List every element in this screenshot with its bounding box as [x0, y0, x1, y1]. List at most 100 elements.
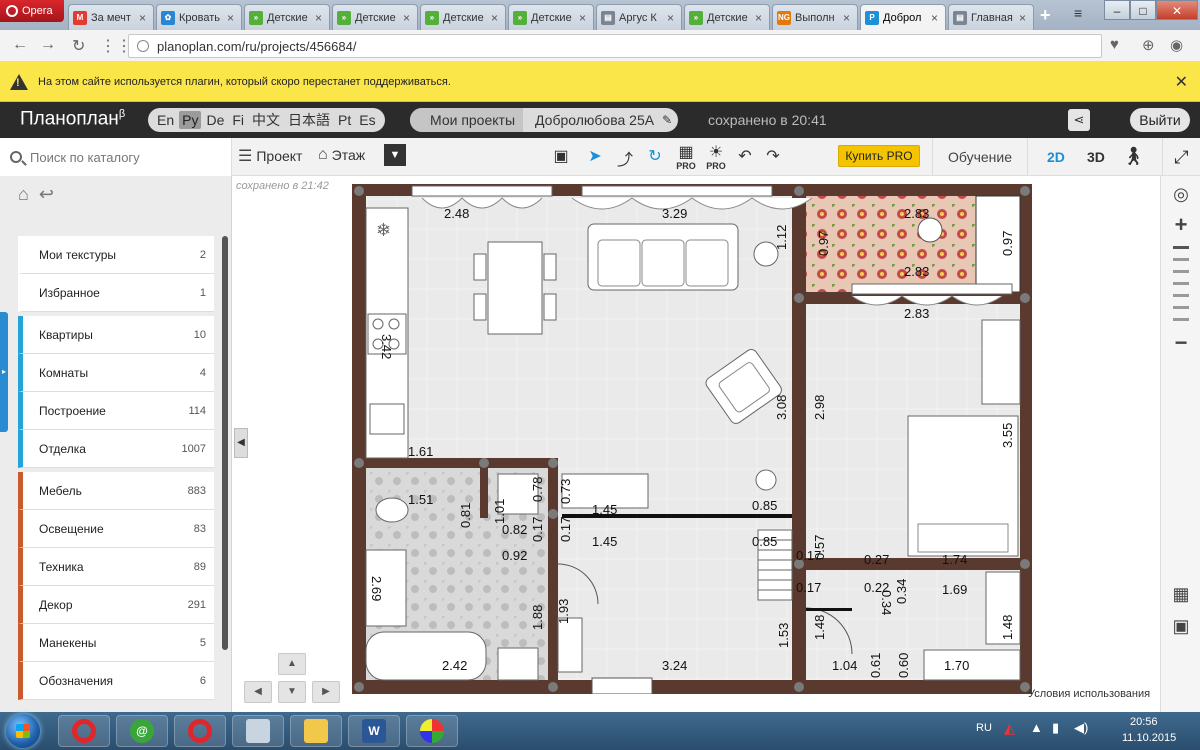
- catalog-item[interactable]: Комнаты 4: [18, 354, 214, 392]
- catalog-scrollbar[interactable]: [222, 236, 228, 650]
- close-tab-icon[interactable]: ×: [1019, 11, 1029, 25]
- camera-pro-icon[interactable]: ▦ PRO: [675, 142, 697, 171]
- network-icon[interactable]: ▮: [1052, 720, 1059, 736]
- tutorial-button[interactable]: Обучение: [932, 138, 1028, 176]
- close-tab-icon[interactable]: ×: [843, 11, 853, 25]
- word-taskbar-icon[interactable]: W: [348, 715, 400, 747]
- catalog-item[interactable]: Обозначения 6: [18, 662, 214, 700]
- close-tab-icon[interactable]: ×: [579, 11, 589, 25]
- breadcrumb-my-projects[interactable]: Мои проекты: [410, 108, 524, 132]
- zoom-in-icon[interactable]: +: [1161, 212, 1200, 238]
- pan-left-button[interactable]: ◀: [244, 681, 272, 703]
- browser-tab[interactable]: » Детские ×: [684, 4, 770, 30]
- terms-link[interactable]: Условия использования: [1028, 688, 1150, 700]
- tab-menu-icon[interactable]: ≡: [1074, 5, 1082, 21]
- walk-mode-icon[interactable]: 🚶︎: [1122, 146, 1145, 167]
- catalog-item[interactable]: Отделка 1007: [18, 430, 214, 468]
- share-icon[interactable]: ⋖: [1068, 109, 1090, 131]
- account-icon[interactable]: ◉: [1170, 36, 1183, 54]
- language-option[interactable]: En: [154, 111, 177, 129]
- mail-taskbar-icon[interactable]: @: [116, 715, 168, 747]
- browser-tab[interactable]: » Детские ×: [244, 4, 330, 30]
- opera-window-taskbar-icon[interactable]: [174, 715, 226, 747]
- pan-up-button[interactable]: ▲: [278, 653, 306, 675]
- start-button[interactable]: [6, 714, 40, 748]
- language-option[interactable]: 日本語: [285, 109, 333, 131]
- language-option[interactable]: Es: [356, 111, 378, 129]
- close-icon[interactable]: ✕: [1175, 72, 1188, 92]
- catalog-search[interactable]: Поиск по каталогу: [0, 138, 232, 176]
- locate-icon[interactable]: ◎: [1161, 184, 1200, 205]
- grid-icon[interactable]: ▦: [1161, 584, 1200, 605]
- close-tab-icon[interactable]: ×: [667, 11, 677, 25]
- volume-icon[interactable]: ◀): [1074, 720, 1088, 736]
- project-menu[interactable]: ☰ Проект: [238, 146, 302, 166]
- image-icon[interactable]: ▣: [1161, 616, 1200, 637]
- minimize-button[interactable]: –: [1104, 0, 1130, 20]
- catalog-item[interactable]: Построение 114: [18, 392, 214, 430]
- floor-plan-canvas[interactable]: сохранено в 21:42 ❄ 2.48 3.29 2.83 2.83 …: [232, 176, 1160, 712]
- zoom-out-icon[interactable]: −: [1161, 330, 1200, 356]
- view-3d-tab[interactable]: 3D: [1087, 149, 1105, 165]
- input-language[interactable]: RU: [976, 722, 992, 734]
- language-option[interactable]: Ру: [179, 111, 202, 129]
- maximize-button[interactable]: □: [1130, 0, 1156, 20]
- view-2d-tab[interactable]: 2D: [1047, 149, 1065, 165]
- back-icon[interactable]: ←: [12, 36, 28, 54]
- home-icon[interactable]: ⌂: [18, 184, 29, 205]
- calculator-taskbar-icon[interactable]: [232, 715, 284, 747]
- light-pro-icon[interactable]: ☀ PRO: [705, 142, 727, 171]
- catalog-item[interactable]: Манекены 5: [18, 624, 214, 662]
- measure-icon[interactable]: ↻: [644, 146, 666, 166]
- forward-icon[interactable]: →: [40, 36, 56, 54]
- floor-plan[interactable]: ❄ 2.48 3.29 2.83 2.83 2.83 0.97 0.97 1.1…: [352, 184, 1032, 694]
- zoom-level-tick[interactable]: [1173, 246, 1189, 249]
- browser-tab[interactable]: ✿ Кровать ×: [156, 4, 242, 30]
- close-tab-icon[interactable]: ×: [227, 11, 237, 25]
- catalog-item[interactable]: Техника 89: [18, 548, 214, 586]
- pan-down-button[interactable]: ▼: [278, 681, 306, 703]
- browser-tab[interactable]: ▤ Главная ×: [948, 4, 1034, 30]
- catalog-item[interactable]: Мебель 883: [18, 472, 214, 510]
- pan-right-button[interactable]: ▶: [312, 681, 340, 703]
- language-option[interactable]: 中文: [249, 109, 283, 131]
- catalog-item[interactable]: Квартиры 10: [18, 316, 214, 354]
- fullscreen-icon[interactable]: ⤢: [1162, 138, 1200, 176]
- draw-wall-icon[interactable]: ⤴: [614, 146, 636, 170]
- downloads-icon[interactable]: ⊕: [1142, 36, 1155, 54]
- close-tab-icon[interactable]: ×: [931, 11, 941, 25]
- close-tab-icon[interactable]: ×: [755, 11, 765, 25]
- catalog-item[interactable]: Декор 291: [18, 586, 214, 624]
- paint-taskbar-icon[interactable]: [406, 715, 458, 747]
- select-cursor-icon[interactable]: ➤: [584, 146, 606, 166]
- logout-button[interactable]: Выйти: [1130, 108, 1190, 132]
- language-option[interactable]: Fi: [229, 111, 247, 129]
- tray-arrow-icon[interactable]: ▲: [1030, 720, 1043, 735]
- url-field[interactable]: planoplan.com/ru/projects/456684/: [128, 34, 1102, 58]
- close-tab-icon[interactable]: ×: [491, 11, 501, 25]
- browser-tab[interactable]: » Детские ×: [508, 4, 594, 30]
- opera-taskbar-icon[interactable]: [58, 715, 110, 747]
- app-logo[interactable]: Планопланβ: [20, 108, 125, 130]
- close-tab-icon[interactable]: ×: [403, 11, 413, 25]
- edit-pencil-icon[interactable]: ✎: [662, 113, 672, 127]
- browser-tab[interactable]: P Доброл ×: [860, 4, 946, 30]
- close-window-button[interactable]: ✕: [1156, 0, 1198, 20]
- opera-menu-button[interactable]: Opera: [0, 0, 64, 22]
- back-icon[interactable]: ↩: [39, 184, 54, 205]
- floor-dropdown-icon[interactable]: ▼: [384, 144, 406, 166]
- language-option[interactable]: Pt: [335, 111, 354, 129]
- close-tab-icon[interactable]: ×: [139, 11, 149, 25]
- bookmark-heart-icon[interactable]: ♥: [1110, 36, 1119, 53]
- browser-tab[interactable]: M За мечт ×: [68, 4, 154, 30]
- browser-tab[interactable]: » Детские ×: [420, 4, 506, 30]
- save-icon[interactable]: ▣: [550, 146, 572, 166]
- catalog-item[interactable]: Освещение 83: [18, 510, 214, 548]
- floor-menu[interactable]: ⌂ Этаж: [318, 146, 365, 164]
- language-option[interactable]: De: [203, 111, 227, 129]
- undo-icon[interactable]: ↶: [734, 146, 756, 166]
- browser-tab[interactable]: » Детские ×: [332, 4, 418, 30]
- clock-date[interactable]: 11.10.2015: [1122, 732, 1176, 744]
- antivirus-tray-icon[interactable]: ◭: [1004, 720, 1015, 737]
- buy-pro-button[interactable]: Купить PRO: [838, 145, 920, 167]
